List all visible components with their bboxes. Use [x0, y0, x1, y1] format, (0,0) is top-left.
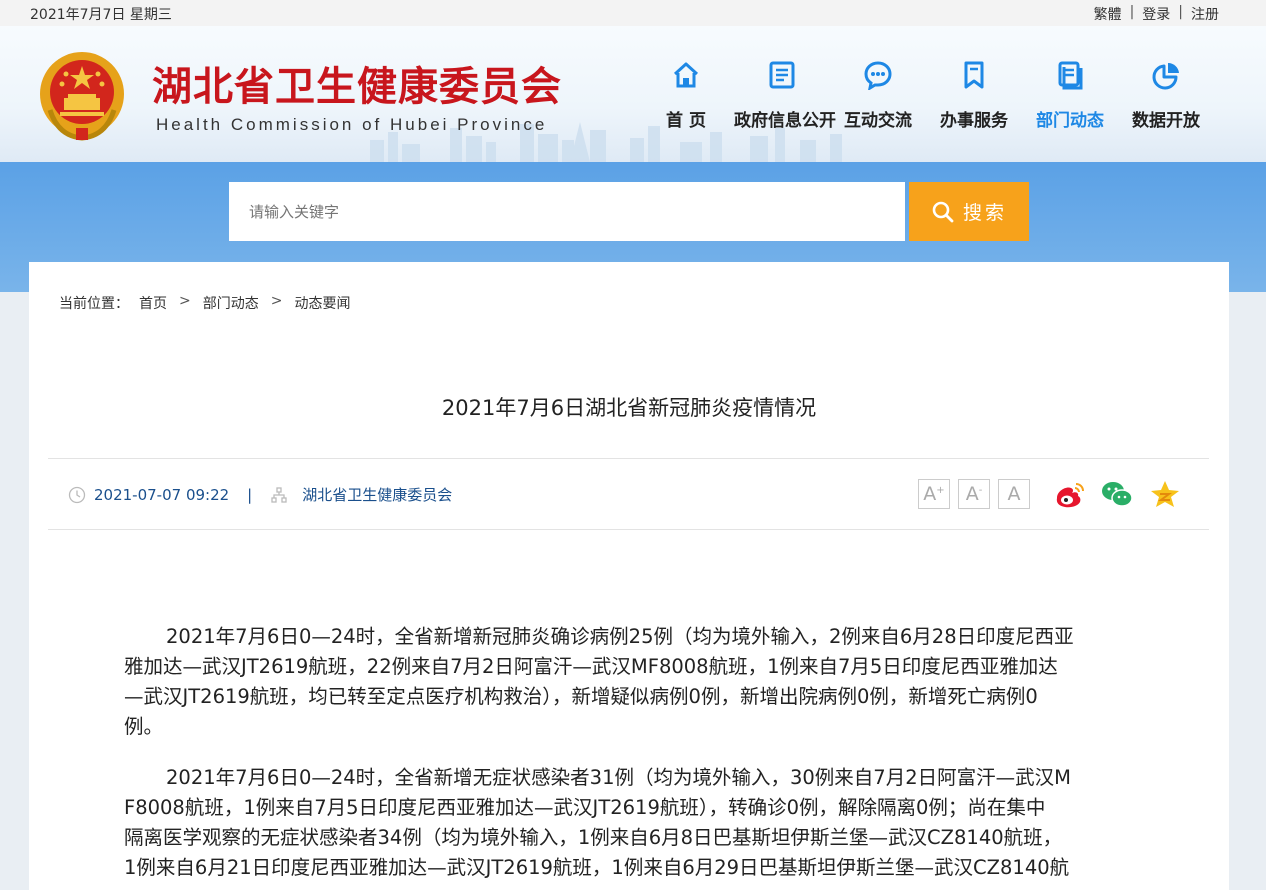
news-icon: [1058, 61, 1083, 90]
font-decrease-button[interactable]: A-: [958, 479, 990, 509]
article-paragraph: 2021年7月6日0—24时，全省新增无症状感染者31例（均为境外输入，30例来…: [124, 763, 1134, 883]
nav-label: 政府信息公开: [734, 111, 836, 131]
wechat-share-icon[interactable]: [1100, 479, 1134, 509]
organization-icon: [271, 486, 287, 503]
nav-item-dept-news[interactable]: 部门动态: [1022, 60, 1118, 131]
nav-label: 互动交流: [844, 111, 912, 131]
search-button-label: 搜索: [962, 203, 1007, 224]
nav-label: 部门动态: [1036, 111, 1104, 131]
separator: |: [1129, 4, 1135, 20]
meta-divider: |: [247, 485, 253, 504]
font-button-label: A: [923, 483, 937, 505]
weibo-share-icon[interactable]: [1052, 479, 1086, 509]
paragraph-line: F8008航班，1例来自7月5日印度尼西亚雅加达—武汉JT2619航班），转确诊…: [124, 796, 1046, 819]
nav-item-services[interactable]: 办事服务: [926, 60, 1022, 131]
login-link[interactable]: 登录: [1142, 4, 1170, 24]
breadcrumb: 当前位置： 首页 > 部门动态 > 动态要闻: [59, 293, 350, 313]
paragraph-line: 例。: [124, 715, 164, 738]
document-icon: [769, 61, 795, 89]
main-nav: 首 页 政府信息公开 互动交流 办事服务 部门动态 数据开放: [638, 60, 1214, 131]
site-header: 湖北省卫生健康委员会 Health Commission of Hubei Pr…: [0, 26, 1266, 162]
bookmark-icon: [964, 61, 984, 89]
nav-item-open-data[interactable]: 数据开放: [1118, 60, 1214, 131]
national-emblem-icon: [40, 52, 124, 141]
article-info: 2021-07-07 09:22 | 湖北省卫生健康委员会: [68, 484, 452, 505]
paragraph-line: 隔离医学观察的无症状感染者34例（均为境外输入，1例来自6月8日巴基斯坦伊斯兰堡…: [124, 826, 1063, 849]
clock-icon: [68, 486, 86, 503]
qzone-share-icon[interactable]: [1148, 479, 1182, 509]
search-icon: [932, 201, 954, 222]
plus-sign-icon: +: [936, 484, 945, 496]
search-button[interactable]: 搜索: [909, 182, 1029, 241]
top-bar: 2021年7月7日 星期三 繁體 | 登录 | 注册: [0, 0, 1266, 26]
chat-icon: [864, 61, 892, 90]
font-increase-button[interactable]: A +: [918, 479, 950, 509]
site-subtitle: Health Commission of Hubei Province: [156, 115, 548, 134]
paragraph-line: 雅加达—武汉JT2619航班，22例来自7月2日阿富汗—武汉MF8008航班，1…: [124, 655, 1058, 678]
publish-datetime: 2021-07-07 09:22: [94, 485, 230, 504]
current-date: 2021年7月7日 星期三: [30, 7, 172, 23]
nav-label: 首 页: [666, 111, 706, 131]
site-title: 湖北省卫生健康委员会: [152, 63, 562, 110]
nav-item-interaction[interactable]: 互动交流: [830, 60, 926, 131]
nav-label: 办事服务: [940, 111, 1008, 131]
font-reset-button[interactable]: A: [998, 479, 1030, 509]
search-input[interactable]: [229, 182, 905, 241]
paragraph-line: —武汉JT2619航班，均已转至定点医疗机构救治），新增疑似病例0例，新增出院病…: [124, 685, 1038, 708]
minus-sign-icon: -: [978, 484, 983, 496]
top-links: 繁體 | 登录 | 注册: [1094, 4, 1219, 24]
traditional-chinese-link[interactable]: 繁體: [1094, 4, 1122, 24]
article-card: 当前位置： 首页 > 部门动态 > 动态要闻 2021年7月6日湖北省新冠肺炎疫…: [29, 262, 1229, 890]
article-paragraph: 2021年7月6日0—24时，全省新增新冠肺炎确诊病例25例（均为境外输入，2例…: [124, 622, 1134, 742]
breadcrumb-headlines[interactable]: 动态要闻: [294, 293, 350, 313]
paragraph-line: 1例来自6月21日印度尼西亚雅加达—武汉JT2619航班，1例来自6月29日巴基…: [124, 856, 1070, 879]
nav-item-gov-info[interactable]: 政府信息公开: [734, 60, 836, 131]
breadcrumb-arrow: >: [270, 293, 283, 309]
register-link[interactable]: 注册: [1191, 4, 1219, 24]
nav-label: 数据开放: [1132, 111, 1200, 131]
paragraph-line: 2021年7月6日0—24时，全省新增无症状感染者31例（均为境外输入，30例来…: [166, 766, 1071, 789]
font-button-label: A: [1007, 483, 1021, 505]
font-button-label: A: [965, 483, 979, 505]
home-icon: [673, 62, 699, 88]
nav-item-home[interactable]: 首 页: [638, 60, 734, 131]
article-title: 2021年7月6日湖北省新冠肺炎疫情情况: [441, 396, 817, 420]
breadcrumb-prefix: 当前位置：: [59, 296, 129, 312]
pie-chart-icon: [1152, 62, 1179, 90]
breadcrumb-arrow: >: [179, 293, 191, 309]
breadcrumb-home[interactable]: 首页: [139, 293, 167, 313]
breadcrumb-dept-news[interactable]: 部门动态: [203, 293, 259, 313]
paragraph-line: 2021年7月6日0—24时，全省新增新冠肺炎确诊病例25例（均为境外输入，2例…: [166, 625, 1074, 648]
separator: |: [1178, 4, 1183, 20]
article-meta: 2021-07-07 09:22 | 湖北省卫生健康委员会 A + A- A: [48, 458, 1209, 530]
article-source: 湖北省卫生健康委员会: [302, 486, 453, 504]
